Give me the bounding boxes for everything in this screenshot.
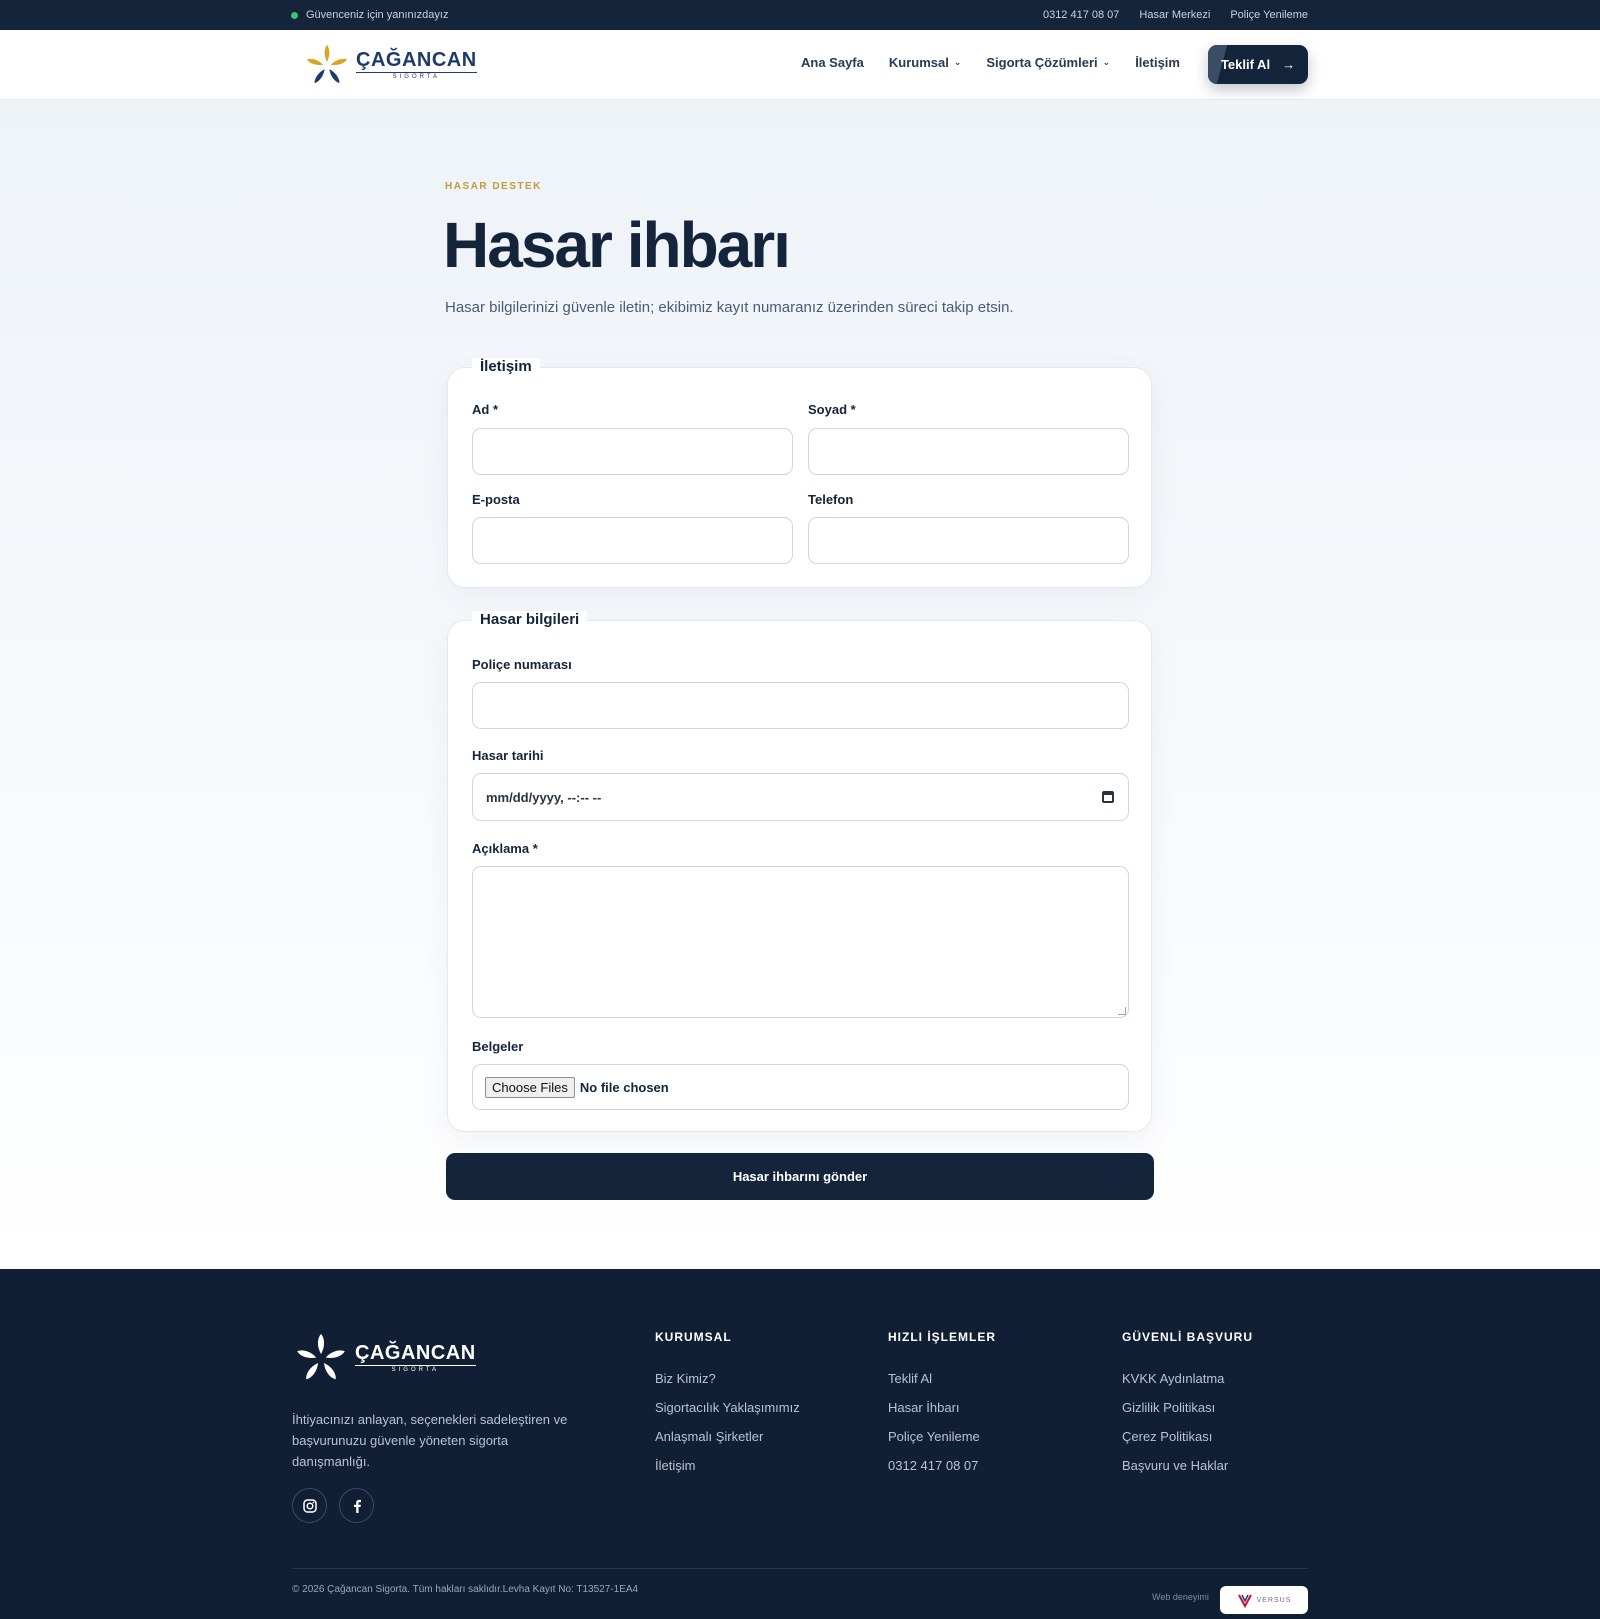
instagram-glyph-icon <box>302 1498 317 1513</box>
get-quote-button[interactable]: Teklif Al → <box>1208 45 1308 84</box>
footer-column-title: KURUMSAL <box>655 1330 732 1344</box>
description-textarea[interactable] <box>472 866 1129 1018</box>
claim-date-label: Hasar tarihi <box>472 748 544 763</box>
choose-files-button[interactable]: Choose Files <box>485 1076 575 1098</box>
footer-column-title: GÜVENLİ BAŞVURU <box>1122 1330 1254 1344</box>
nav-item-contact[interactable]: İletişim <box>1135 55 1180 70</box>
chevron-down-icon: ⌄ <box>953 57 962 67</box>
nav-corporate-label: Kurumsal <box>888 55 949 70</box>
footer-column-quick-actions: HIZLI İŞLEMLER Teklif Al Hasar İhbarı Po… <box>888 1330 996 1487</box>
description-label: Açıklama * <box>472 841 538 856</box>
nav-item-solutions[interactable]: Sigorta Çözümleri ⌄ <box>986 55 1110 70</box>
instagram-icon[interactable] <box>292 1488 327 1523</box>
last-name-label: Soyad * <box>808 402 856 417</box>
top-bar-claims-link[interactable]: Hasar Merkezi <box>1139 9 1210 21</box>
no-file-text: No file chosen <box>579 1079 669 1095</box>
main-content: HASAR DESTEK Hasar ihbarı Hasar bilgiler… <box>0 100 1600 1269</box>
logo-subtitle: SIGORTA <box>356 72 477 80</box>
footer-link[interactable]: Hasar İhbarı <box>888 1400 996 1415</box>
page-eyebrow: HASAR DESTEK <box>445 181 542 192</box>
claim-date-input[interactable]: mm/dd/yyyy, --:-- -- <box>472 773 1129 821</box>
phone-input[interactable] <box>808 517 1129 564</box>
footer-link[interactable]: Çerez Politikası <box>1122 1429 1253 1444</box>
top-bar-links: 0312 417 08 07 Hasar Merkezi Poliçe Yeni… <box>1043 9 1308 21</box>
footer-link[interactable]: Poliçe Yenileme <box>888 1429 996 1444</box>
footer-link[interactable]: Teklif Al <box>888 1371 996 1386</box>
top-bar-renewal-link[interactable]: Poliçe Yenileme <box>1230 9 1308 21</box>
footer-link[interactable]: KVKK Aydınlatma <box>1122 1371 1253 1386</box>
footer-logo-name: ÇAĞANCAN <box>355 1342 476 1364</box>
star-flower-logo-icon <box>307 45 347 83</box>
email-label: E-posta <box>472 492 520 507</box>
footer-link[interactable]: Gizlilik Politikası <box>1122 1400 1253 1415</box>
documents-file-input[interactable]: Choose Files No file chosen <box>472 1064 1129 1110</box>
footer-copyright: © 2026 Çağancan Sigorta. Tüm hakları sak… <box>292 1584 639 1595</box>
last-name-input[interactable] <box>808 428 1129 475</box>
email-input[interactable] <box>472 517 793 564</box>
footer-column-title: HIZLI İŞLEMLER <box>888 1330 996 1344</box>
site-footer: ÇAĞANCAN SIGORTA İhtiyacınızı anlayan, s… <box>0 1269 1600 1619</box>
footer-divider <box>292 1568 1308 1569</box>
footer-link[interactable]: İletişim <box>655 1458 800 1473</box>
calendar-icon[interactable] <box>1102 791 1114 803</box>
nav-item-home[interactable]: Ana Sayfa <box>801 55 864 70</box>
web-experience-label: Web deneyimi <box>1152 1592 1209 1602</box>
status-dot-icon <box>291 11 298 19</box>
nav-home-label: Ana Sayfa <box>801 55 864 70</box>
nav-item-corporate[interactable]: Kurumsal ⌄ <box>889 55 962 70</box>
claim-date-placeholder: mm/dd/yyyy, --:-- -- <box>486 789 602 805</box>
logo-wordmark: ÇAĞANCAN SIGORTA <box>356 50 477 80</box>
star-flower-logo-icon <box>297 1334 345 1380</box>
main-nav: Ana Sayfa Kurumsal ⌄ Sigorta Çözümleri ⌄… <box>801 55 1180 70</box>
first-name-input[interactable] <box>472 428 793 475</box>
footer-column-secure-application: GÜVENLİ BAŞVURU KVKK Aydınlatma Gizlilik… <box>1122 1330 1253 1487</box>
documents-label: Belgeler <box>472 1039 524 1054</box>
policy-number-input[interactable] <box>472 682 1129 729</box>
page-subtitle: Hasar bilgilerinizi güvenle iletin; ekib… <box>445 299 1014 316</box>
top-bar-tagline: Güvenceniz için yanınızdayız <box>306 9 449 21</box>
agency-badge[interactable]: VERSUS <box>1220 1586 1308 1614</box>
agency-logo-icon <box>1237 1594 1252 1608</box>
footer-logo-wordmark: ÇAĞANCAN SIGORTA <box>355 1343 476 1373</box>
facebook-icon[interactable] <box>339 1488 374 1523</box>
footer-logo-subtitle: SIGORTA <box>355 1365 476 1373</box>
footer-link[interactable]: Biz Kimiz? <box>655 1371 800 1386</box>
logo-name: ÇAĞANCAN <box>356 49 477 71</box>
top-bar-tagline-group: Güvenceniz için yanınızdayız <box>291 9 448 21</box>
footer-link[interactable]: Sigortacılık Yaklaşımımız <box>655 1400 800 1415</box>
site-logo[interactable]: ÇAĞANCAN SIGORTA <box>304 44 477 86</box>
claim-fieldset: Hasar bilgileri Poliçe numarası Hasar ta… <box>447 611 1152 1132</box>
facebook-glyph-icon <box>353 1499 361 1513</box>
site-header: ÇAĞANCAN SIGORTA Ana Sayfa Kurumsal ⌄ Si… <box>0 30 1600 100</box>
nav-contact-label: İletişim <box>1135 55 1180 70</box>
top-bar-phone-link[interactable]: 0312 417 08 07 <box>1043 9 1119 21</box>
footer-link[interactable]: Başvuru ve Haklar <box>1122 1458 1253 1473</box>
chevron-down-icon: ⌄ <box>1102 57 1111 67</box>
agency-badge-text: VERSUS <box>1256 1596 1292 1604</box>
nav-solutions-label: Sigorta Çözümleri <box>986 55 1098 70</box>
page-title: Hasar ihbarı <box>443 209 791 281</box>
policy-number-label: Poliçe numarası <box>472 657 572 672</box>
footer-link[interactable]: Anlaşmalı Şirketler <box>655 1429 800 1444</box>
contact-fieldset: İletişim Ad * Soyad * E-posta Telefon <box>447 358 1152 588</box>
footer-logo[interactable]: ÇAĞANCAN SIGORTA <box>293 1333 476 1383</box>
footer-column-corporate: KURUMSAL Biz Kimiz? Sigortacılık Yaklaşı… <box>655 1330 800 1487</box>
get-quote-label: Teklif Al <box>1220 57 1271 72</box>
footer-link[interactable]: 0312 417 08 07 <box>888 1458 996 1473</box>
contact-legend: İletişim <box>472 358 540 375</box>
top-bar: Güvenceniz için yanınızdayız 0312 417 08… <box>0 0 1600 30</box>
claim-legend: Hasar bilgileri <box>472 611 588 628</box>
footer-description: İhtiyacınızı anlayan, seçenekleri sadele… <box>292 1412 568 1469</box>
phone-label: Telefon <box>808 492 854 507</box>
first-name-label: Ad * <box>472 402 498 417</box>
submit-claim-button[interactable]: Hasar ihbarını gönder <box>446 1153 1154 1200</box>
arrow-right-icon: → <box>1282 57 1296 72</box>
resize-handle-icon[interactable] <box>1118 1007 1126 1015</box>
